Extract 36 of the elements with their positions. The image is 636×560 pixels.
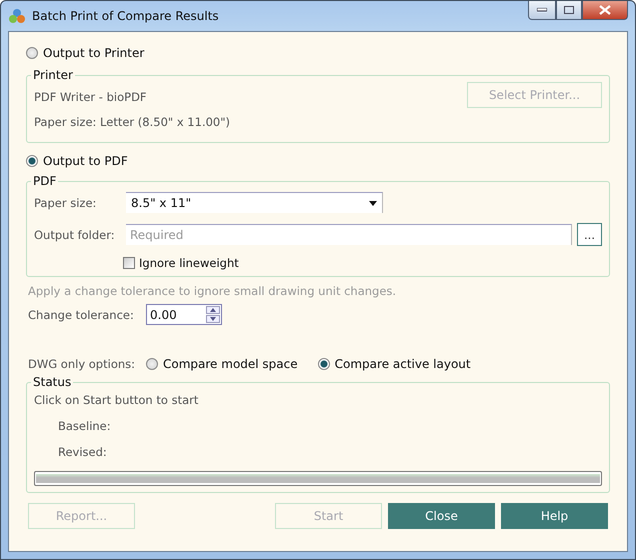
dialog-button[interactable]: Close: [388, 503, 495, 529]
checkbox-label: Ignore lineweight: [139, 256, 239, 270]
paper-size-text: Paper size: Letter (8.50" x 11.00"): [34, 115, 232, 129]
tolerance-spinbox[interactable]: 0.00: [146, 304, 222, 325]
status-message: Click on Start button to start: [34, 393, 200, 407]
compare-option-radio[interactable]: Compare active layout: [318, 357, 471, 371]
paper-size-dropdown[interactable]: 8.5" x 11": [126, 192, 383, 213]
tolerance-hint: Apply a change tolerance to ignore small drawing unit changes.: [27, 284, 398, 298]
close-window-button[interactable]: [582, 1, 628, 20]
output-to-printer-radio[interactable]: Output to Printer: [26, 46, 610, 60]
printer-name: PDF Writer - bioPDF: [34, 90, 147, 104]
maximize-icon: [564, 6, 574, 14]
baseline-label: Baseline:: [57, 419, 112, 433]
output-to-pdf-radio[interactable]: Output to PDF: [26, 154, 610, 168]
dropdown-caret-icon: [369, 200, 377, 206]
minimize-button[interactable]: [528, 1, 556, 20]
paper-size-label: Paper size:: [34, 196, 98, 210]
change-tolerance-label: Change tolerance:: [28, 308, 135, 322]
close-icon: [599, 5, 611, 15]
compare-option-radio[interactable]: Compare model space: [146, 357, 298, 371]
spin-up-icon: [206, 306, 220, 314]
spin-down-icon: [206, 315, 220, 323]
group-title: Printer: [32, 68, 74, 82]
window-title: Batch Print of Compare Results: [32, 9, 219, 23]
group-title: PDF: [32, 174, 58, 188]
app-logo-icon: [8, 8, 26, 24]
output-folder-label: Output folder:: [34, 228, 116, 242]
browse-button[interactable]: ...: [577, 223, 602, 246]
minimize-icon: [537, 8, 547, 12]
ignore-lineweight-checkbox[interactable]: [123, 257, 135, 269]
dwg-options-label: DWG only options:: [28, 357, 136, 371]
dialog-button[interactable]: Help: [501, 503, 608, 529]
group-title: Status: [32, 375, 72, 389]
output-folder-field[interactable]: Required: [126, 224, 572, 245]
maximize-button[interactable]: [556, 1, 582, 20]
revised-label: Revised:: [57, 445, 108, 459]
